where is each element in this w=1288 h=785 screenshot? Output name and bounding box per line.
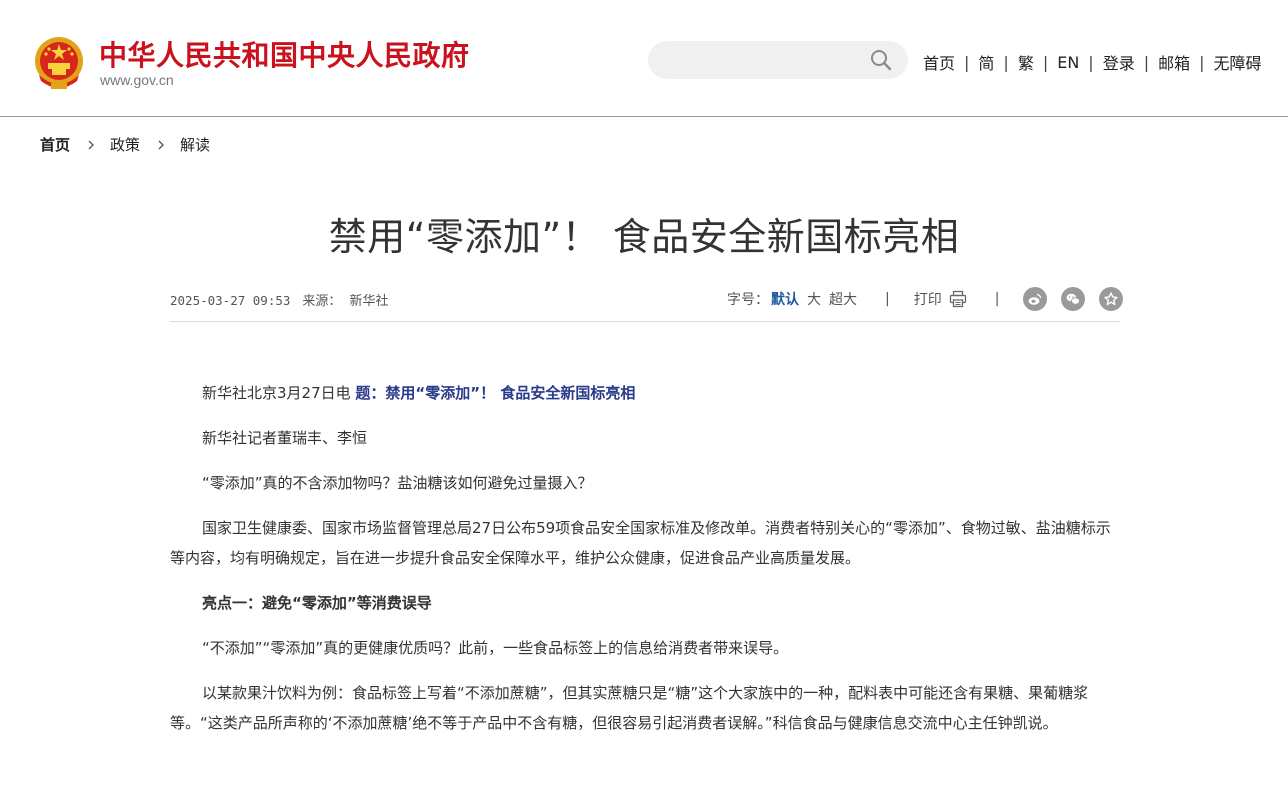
font-size-xlarge[interactable]: 超大 (829, 289, 857, 309)
print-label: 打印 (913, 292, 942, 308)
nav-traditional-link[interactable]: 繁 (1018, 50, 1034, 74)
nav-login-link[interactable]: 登录 (1103, 50, 1135, 74)
site-header: 中华人民共和国中央人民政府 www.gov.cn 首页 | 简 | 繁 | EN… (0, 0, 1288, 117)
article-paragraph: 新华社北京3月27日电 题：禁用“零添加”！ 食品安全新国标亮相 (170, 378, 1120, 408)
nav-mail-link[interactable]: 邮箱 (1158, 50, 1190, 74)
printer-icon (949, 290, 966, 308)
font-size-label: 字号： (727, 292, 769, 308)
article-tools: 字号： 默认 大 超大 | 打印 | (727, 287, 1124, 311)
article-meta: 2025-03-27 09:53 来源： 新华社 字号： 默认 大 超大 | 打印 … (170, 287, 1124, 322)
favorite-share-button[interactable] (1099, 287, 1124, 311)
font-size-large[interactable]: 大 (807, 289, 821, 309)
site-title[interactable]: 中华人民共和国中央人民政府 (99, 34, 470, 74)
tools-separator: | (885, 291, 890, 307)
headline-emphasis: 题：禁用“零添加”！ 食品安全新国标亮相 (355, 384, 636, 402)
font-size-default[interactable]: 默认 (771, 289, 799, 309)
tools-separator: | (994, 291, 1000, 307)
article-info: 2025-03-27 09:53 来源： 新华社 (170, 290, 388, 309)
weibo-share-button[interactable] (1023, 287, 1048, 311)
nav-english-link[interactable]: EN (1057, 53, 1079, 72)
article-paragraph: 以某款果汁饮料为例：食品标签上写着“不添加蔗糖”，但其实蔗糖只是“糖”这个大家族… (170, 684, 1089, 732)
section-heading: 亮点一：避免“零添加”等消费误导 (202, 594, 432, 612)
site-url[interactable]: www.gov.cn (100, 72, 174, 88)
article-body: 新华社北京3月27日电 题：禁用“零添加”！ 食品安全新国标亮相 新华社记者董瑞… (170, 378, 1120, 753)
print-button[interactable]: 打印 (914, 289, 967, 309)
article-paragraph: 国家卫生健康委、国家市场监督管理总局27日公布59项食品安全国家标准及修改单。消… (170, 519, 1111, 567)
nav-accessibility-link[interactable]: 无障碍 (1214, 50, 1262, 74)
article-paragraph: “不添加”“零添加”真的更健康优质吗？此前，一些食品标签上的信息给消费者带来误导… (202, 639, 789, 657)
nav-separator: | (1042, 52, 1049, 72)
search-icon[interactable] (870, 49, 892, 71)
source-name: 新华社 (349, 294, 389, 309)
wechat-icon (1066, 293, 1081, 305)
breadcrumb-home[interactable]: 首页 (40, 134, 70, 155)
publish-date: 2025-03-27 09:53 (170, 293, 291, 308)
chevron-right-icon (158, 140, 164, 149)
breadcrumb-interpretation[interactable]: 解读 (180, 134, 210, 155)
national-emblem-logo[interactable] (33, 35, 85, 91)
wechat-share-button[interactable] (1061, 287, 1086, 311)
dateline: 新华社北京3月27日电 (202, 384, 351, 402)
nav-separator: | (1143, 52, 1150, 72)
nav-separator: | (964, 52, 970, 72)
nav-separator: | (1088, 52, 1094, 72)
nav-home-link[interactable]: 首页 (923, 50, 955, 74)
nav-separator: | (1199, 52, 1205, 72)
search-input[interactable] (648, 41, 908, 79)
star-icon (1104, 292, 1119, 306)
breadcrumb: 首页 政策 解读 (40, 134, 210, 155)
top-nav: 首页 | 简 | 繁 | EN | 登录 | 邮箱 | 无障碍 (923, 50, 1262, 74)
nav-separator: | (1003, 52, 1009, 72)
article-paragraph: 新华社记者董瑞丰、李恒 (202, 429, 368, 447)
chevron-right-icon (88, 140, 94, 149)
breadcrumb-policy[interactable]: 政策 (110, 134, 140, 155)
weibo-icon (1028, 293, 1042, 305)
article-paragraph: “零添加”真的不含添加物吗？盐油糖该如何避免过量摄入？ (202, 474, 593, 492)
article-title: 禁用“零添加”！ 食品安全新国标亮相 (328, 215, 960, 259)
source-label: 来源： (302, 294, 342, 309)
nav-simplified-link[interactable]: 简 (978, 50, 994, 74)
